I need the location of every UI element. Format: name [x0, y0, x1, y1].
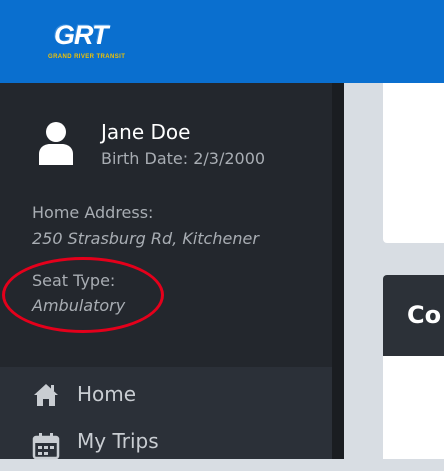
calendar-icon [32, 433, 60, 460]
content-card [383, 83, 444, 243]
highlight-circle [2, 257, 164, 333]
top-header: GRT GRAND RIVER TRANSIT [0, 0, 444, 83]
user-name: Jane Doe [101, 120, 191, 144]
birth-date: Birth Date: 2/3/2000 [101, 149, 266, 168]
sidebar-item-home[interactable]: Home [0, 367, 332, 419]
card-title: Co [407, 301, 442, 329]
sidebar: Jane Doe Birth Date: 2/3/2000 Home Addre… [0, 83, 332, 460]
sidebar-nav: Home My Trips [0, 367, 332, 460]
home-icon [34, 384, 58, 406]
logo-subtitle: GRAND RIVER TRANSIT [48, 54, 126, 60]
home-address-label: Home Address: [32, 203, 154, 222]
logo-text: GRT [54, 20, 109, 50]
card-header: Co [383, 275, 444, 356]
card-body [383, 356, 444, 459]
grt-logo[interactable]: GRT GRAND RIVER TRANSIT [48, 20, 144, 64]
sidebar-item-label: My Trips [77, 429, 159, 453]
sidebar-item-my-trips[interactable]: My Trips [0, 419, 332, 471]
home-address-value: 250 Strasburg Rd, Kitchener [32, 229, 259, 248]
sidebar-scrollbar[interactable] [332, 83, 344, 459]
user-icon [39, 122, 73, 165]
profile-panel: Jane Doe Birth Date: 2/3/2000 Home Addre… [0, 83, 332, 367]
sidebar-item-label: Home [77, 382, 137, 406]
